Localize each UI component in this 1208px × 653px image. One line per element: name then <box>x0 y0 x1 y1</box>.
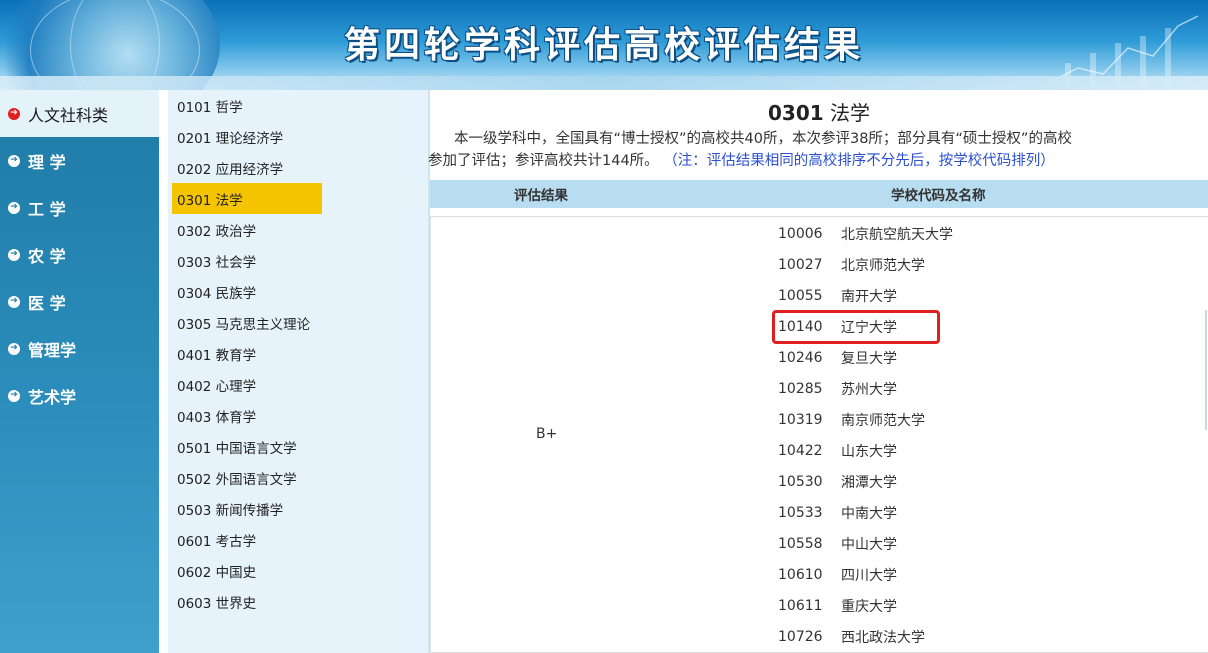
school-code: 10027 <box>778 256 823 273</box>
category-item-science[interactable]: ➔ 理 学 <box>0 137 159 184</box>
description-line-2: 参加了评估；参评高校共计144所。 <box>428 153 659 169</box>
arrow-right-icon: ➔ <box>8 248 20 261</box>
category-item-engineering[interactable]: ➔ 工 学 <box>0 184 159 231</box>
table-row: 10422 山东大学 <box>771 435 1131 466</box>
results-panel: 0301 法学 本一级学科中，全国具有“博士授权”的高校共40所，本次参评38所… <box>428 90 1208 653</box>
grade-cell: B+ <box>536 426 558 442</box>
subject-item[interactable]: 0201 理论经济学 <box>172 121 322 152</box>
category-item-label: 理 学 <box>28 152 66 172</box>
table-row: 10319 南京师范大学 <box>771 404 1131 435</box>
arrow-right-icon: ➔ <box>8 107 20 120</box>
table-row-highlighted: 10140 辽宁大学 <box>771 311 1131 342</box>
ranking-note: （注：评估结果相同的高校排序不分先后，按学校代码排列） <box>663 153 1055 169</box>
description-line-1: 本一级学科中，全国具有“博士授权”的高校共40所，本次参评38所；部分具有“硕士… <box>454 131 1072 147</box>
category-item-management[interactable]: ➔ 管理学 <box>0 325 159 372</box>
table-header: 评估结果 学校代码及名称 <box>430 180 1208 208</box>
category-item-label: 医 学 <box>28 293 66 313</box>
subject-heading: 0301 法学 <box>430 97 1208 126</box>
subject-list: 0101 哲学 0201 理论经济学 0202 应用经济学 0301 法学 03… <box>168 90 428 653</box>
school-name: 北京师范大学 <box>841 257 925 274</box>
subject-description: 本一级学科中，全国具有“博士授权”的高校共40所，本次参评38所；部分具有“硕士… <box>428 128 1208 172</box>
school-name: 苏州大学 <box>841 381 897 398</box>
school-code: 10530 <box>778 473 823 490</box>
column-header-result: 评估结果 <box>514 188 568 204</box>
school-code: 10055 <box>778 287 823 304</box>
category-sidebar: ➔ 人文社科类 ➔ 理 学 ➔ 工 学 ➔ 农 学 ➔ 医 学 ➔ 管理学 ➔ … <box>0 90 159 653</box>
arrow-right-icon: ➔ <box>8 201 20 214</box>
school-name: 复旦大学 <box>841 350 897 367</box>
school-name: 中山大学 <box>841 536 897 553</box>
arrow-right-icon: ➔ <box>8 389 20 402</box>
subject-name: 法学 <box>830 101 871 125</box>
subject-item-active[interactable]: 0301 法学 <box>172 183 322 214</box>
table-row: 10611 重庆大学 <box>771 590 1131 621</box>
school-code: 10422 <box>778 442 823 459</box>
school-name: 辽宁大学 <box>841 319 897 336</box>
table-row: 10055 南开大学 <box>771 280 1131 311</box>
school-code: 10140 <box>778 318 823 335</box>
category-item-label: 艺术学 <box>28 387 77 407</box>
category-item-label: 人文社科类 <box>28 105 109 125</box>
banner-bottom-strip <box>0 76 1208 90</box>
school-code: 10246 <box>778 349 823 366</box>
subject-item[interactable]: 0202 应用经济学 <box>172 152 322 183</box>
school-name: 湘潭大学 <box>841 474 897 491</box>
page-title: 第四轮学科评估高校评估结果 <box>343 25 864 66</box>
arrow-right-icon: ➔ <box>8 342 20 355</box>
subject-item[interactable]: 0601 考古学 <box>172 524 322 555</box>
school-name: 西北政法大学 <box>841 629 925 646</box>
school-name: 南开大学 <box>841 288 897 305</box>
category-item-medicine[interactable]: ➔ 医 学 <box>0 278 159 325</box>
school-name: 南京师范大学 <box>841 412 925 429</box>
category-item-agriculture[interactable]: ➔ 农 学 <box>0 231 159 278</box>
category-item-label: 工 学 <box>28 199 66 219</box>
subject-item[interactable]: 0304 民族学 <box>172 276 322 307</box>
subject-item[interactable]: 0501 中国语言文学 <box>172 431 322 462</box>
table-row: 10533 中南大学 <box>771 497 1131 528</box>
table-row: 10006 北京航空航天大学 <box>771 218 1131 249</box>
subject-item[interactable]: 0302 政治学 <box>172 214 322 245</box>
school-name: 中南大学 <box>841 505 897 522</box>
subject-item[interactable]: 0402 心理学 <box>172 369 322 400</box>
subject-item[interactable]: 0503 新闻传播学 <box>172 493 322 524</box>
category-item-label: 农 学 <box>28 246 66 266</box>
subject-item[interactable]: 0403 体育学 <box>172 400 322 431</box>
subject-code: 0301 <box>767 101 824 125</box>
school-name: 重庆大学 <box>841 598 897 615</box>
arrow-right-icon: ➔ <box>8 295 20 308</box>
scrollbar-track[interactable] <box>1205 310 1207 430</box>
subject-item[interactable]: 0602 中国史 <box>172 555 322 586</box>
arrow-right-icon: ➔ <box>8 154 20 167</box>
header-banner: 第四轮学科评估高校评估结果 <box>0 0 1208 90</box>
table-row: 10530 湘潭大学 <box>771 466 1131 497</box>
category-item-arts[interactable]: ➔ 艺术学 <box>0 372 159 419</box>
school-code: 10610 <box>778 566 823 583</box>
category-item-label: 管理学 <box>28 340 77 360</box>
subject-item[interactable]: 0305 马克思主义理论 <box>172 307 322 338</box>
column-header-school: 学校代码及名称 <box>891 188 986 204</box>
table-row: 10610 四川大学 <box>771 559 1131 590</box>
subject-item[interactable]: 0603 世界史 <box>172 586 322 617</box>
subject-item[interactable]: 0502 外国语言文学 <box>172 462 322 493</box>
school-code: 10558 <box>778 535 823 552</box>
table-row: 10027 北京师范大学 <box>771 249 1131 280</box>
school-name: 四川大学 <box>841 567 897 584</box>
subject-item[interactable]: 0401 教育学 <box>172 338 322 369</box>
school-name: 北京航空航天大学 <box>841 226 953 243</box>
school-code: 10611 <box>778 597 823 614</box>
table-row: 10246 复旦大学 <box>771 342 1131 373</box>
category-item-humanities[interactable]: ➔ 人文社科类 <box>0 90 159 137</box>
school-code: 10726 <box>778 628 823 645</box>
school-name: 山东大学 <box>841 443 897 460</box>
subject-item[interactable]: 0303 社会学 <box>172 245 322 276</box>
subject-item[interactable]: 0101 哲学 <box>172 90 322 121</box>
school-code: 10285 <box>778 380 823 397</box>
school-code: 10533 <box>778 504 823 521</box>
school-code: 10006 <box>778 225 823 242</box>
table-row: 10558 中山大学 <box>771 528 1131 559</box>
table-row: 10285 苏州大学 <box>771 373 1131 404</box>
results-table: B+ 10006 北京航空航天大学 10027 北京师范大学 10055 南开大… <box>430 216 1208 653</box>
table-row: 10726 西北政法大学 <box>771 621 1131 652</box>
school-code: 10319 <box>778 411 823 428</box>
